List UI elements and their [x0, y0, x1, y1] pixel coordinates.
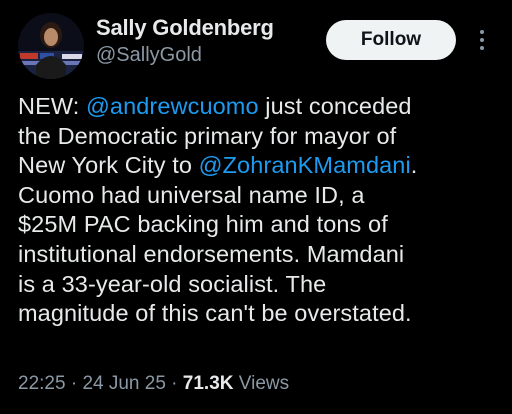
- tweet-text-segment: Cuomo had universal name ID, a: [18, 181, 365, 208]
- views-label: Views: [233, 373, 290, 394]
- tweet-meta: 22:25 · 24 Jun 25 · 71.3K Views: [18, 373, 289, 395]
- tweet-text-segment: magnitude of this can't be overstated.: [18, 300, 412, 327]
- tweet-text-segment: the Democratic primary for mayor of: [18, 122, 397, 149]
- author-display-name[interactable]: Sally Goldenberg: [96, 15, 274, 41]
- tweet-date[interactable]: 24 Jun 25: [82, 373, 165, 394]
- tweet-text-segment: $25M PAC backing him and tons of: [18, 211, 388, 238]
- tweet-line: $25M PAC backing him and tons of: [18, 210, 498, 240]
- views-count: 71.3K: [182, 373, 234, 394]
- tweet-text-segment: .: [410, 152, 418, 179]
- tweet-line: the Democratic primary for mayor of: [18, 122, 498, 152]
- meta-separator: ·: [165, 373, 183, 394]
- tweet-text-segment: NEW:: [18, 93, 86, 119]
- tweet: Sally Goldenberg @SallyGold Follow NEW: …: [0, 0, 512, 414]
- tweet-text-segment: just conceded: [258, 93, 412, 119]
- tweet-line: magnitude of this can't be overstated.: [18, 299, 498, 329]
- tweet-text-segment: is a 33-year-old socialist. The: [18, 270, 327, 297]
- more-vertical-icon[interactable]: [476, 27, 488, 53]
- meta-separator: ·: [65, 373, 83, 394]
- tweet-timestamp[interactable]: 22:25: [18, 373, 66, 394]
- tweet-line: NEW: @andrewcuomo just conceded: [18, 92, 498, 122]
- tweet-line: institutional endorsements. Mamdani: [18, 240, 498, 270]
- tweet-line: New York City to @ZohranKMamdani.: [18, 151, 498, 181]
- tweet-text-segment: New York City to: [18, 152, 199, 179]
- tweet-line: Cuomo had universal name ID, a: [18, 181, 498, 211]
- avatar-image: [18, 13, 84, 79]
- mention-link-zohrankmamdani[interactable]: @ZohranKMamdani: [199, 152, 411, 178]
- mention-link-andrewcuomo[interactable]: @andrewcuomo: [86, 93, 259, 119]
- author-handle[interactable]: @SallyGold: [96, 44, 202, 67]
- tweet-line: is a 33-year-old socialist. The: [18, 270, 498, 300]
- tweet-text-segment: institutional endorsements. Mamdani: [18, 240, 405, 267]
- tweet-text: NEW: @andrewcuomo just conceded the Demo…: [18, 92, 498, 329]
- follow-button[interactable]: Follow: [326, 20, 456, 60]
- avatar[interactable]: [18, 13, 84, 79]
